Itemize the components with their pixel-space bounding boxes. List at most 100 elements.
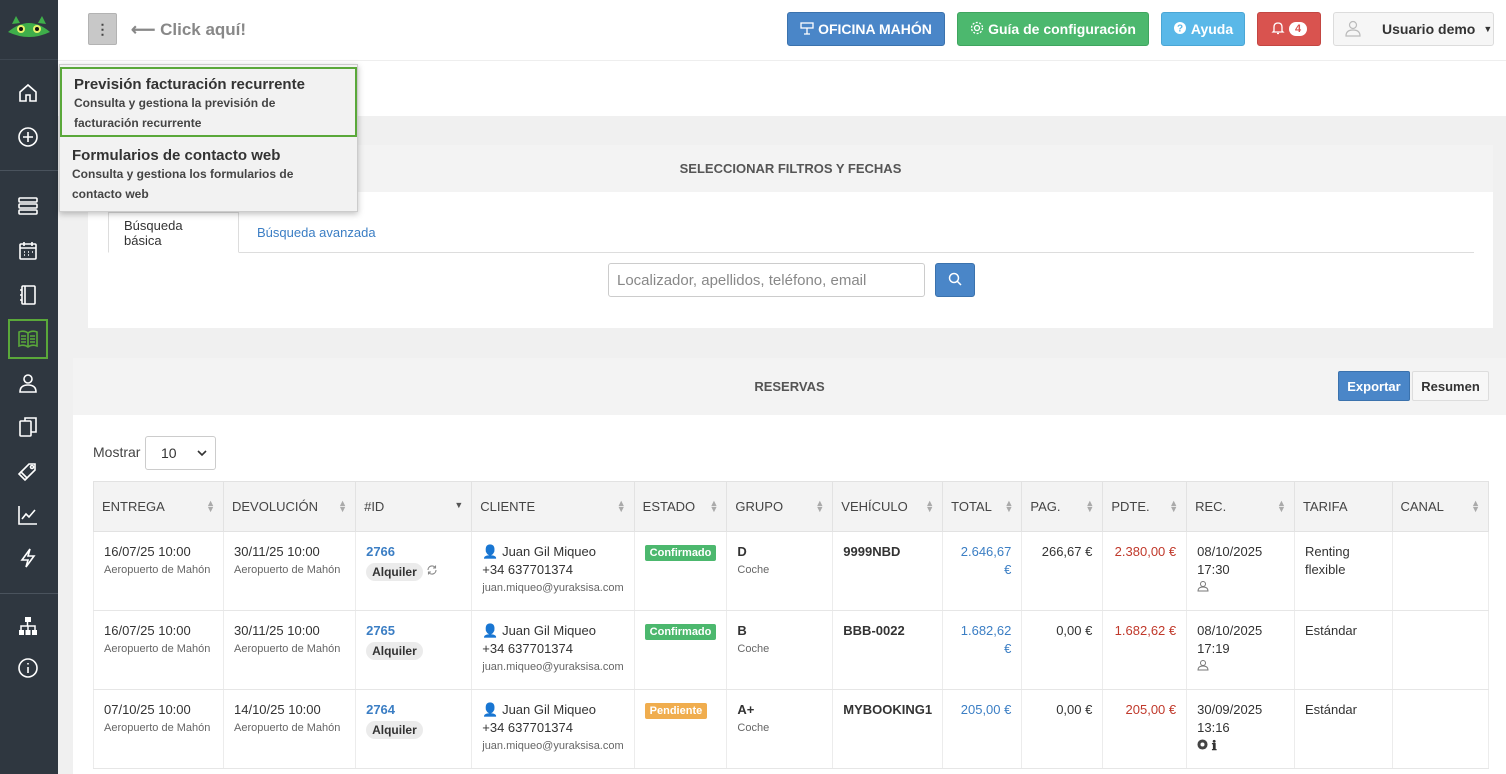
user-menu-button[interactable]: Usuario demo ▼ <box>1333 12 1494 46</box>
add-circle-icon[interactable] <box>8 117 48 157</box>
menu-item-recurring-billing[interactable]: Previsión facturación recurrente Consult… <box>60 67 357 137</box>
office-button[interactable]: OFICINA MAHÓN <box>787 12 945 46</box>
export-button[interactable]: Exportar <box>1338 371 1410 401</box>
menu-dropdown: Previsión facturación recurrente Consult… <box>59 64 358 212</box>
user-name: Usuario demo <box>1382 21 1476 37</box>
col-vehiculo[interactable]: VEHÍCULO ▲ ▼ <box>832 481 944 532</box>
office-sign-icon <box>800 21 814 38</box>
top-bar: ⋮ ⟵ Click aquí! OFICINA MAHÓN Guía de co… <box>58 0 1506 60</box>
tab-advanced-search[interactable]: Búsqueda avanzada <box>242 212 391 253</box>
col-cliente[interactable]: CLIENTE ▲ ▼ <box>471 481 635 532</box>
col-pagado[interactable]: PAG. ▲ ▼ <box>1021 481 1104 532</box>
col-entrega[interactable]: ENTREGA ▲ ▼ <box>93 481 224 532</box>
table-row[interactable]: 16/07/25 10:00 Aeropuerto de Mahón 30/11/… <box>93 610 1489 690</box>
client-email: juan.miqueo@yuraksisa.com <box>482 740 624 752</box>
client-name: Juan Gil Miqueo <box>502 544 597 559</box>
menu-item-description: Consulta y gestiona la previsión de fact… <box>74 96 276 130</box>
server-icon[interactable] <box>8 186 48 226</box>
col-total[interactable]: TOTAL ▲ ▼ <box>942 481 1023 532</box>
user-avatar-icon <box>1344 19 1362 40</box>
bell-icon <box>1271 21 1285 38</box>
reservations-heading: RESERVAS <box>754 379 825 394</box>
table-header-row: ENTREGA ▲ ▼ DEVOLUCIÓN ▲ ▼ #ID ▼ CLIENTE ▲ ▼ ES… <box>93 481 1489 532</box>
client-phone: +34 637701374 <box>482 562 573 577</box>
delivery-date: 16/07/25 10:00 <box>104 623 191 638</box>
notifications-button[interactable]: 4 <box>1257 12 1321 46</box>
menu-item-web-contact-forms[interactable]: Formularios de contacto web Consulta y g… <box>60 140 357 210</box>
home-icon[interactable] <box>8 73 48 113</box>
reservation-id-link[interactable]: 2764 <box>366 701 461 719</box>
col-pendiente[interactable]: PDTE. ▲ ▼ <box>1102 481 1188 532</box>
sitemap-icon[interactable] <box>8 606 48 646</box>
client-name: Juan Gil Miqueo <box>502 623 597 638</box>
app-logo[interactable] <box>0 0 58 60</box>
vehicle-group: D <box>737 544 747 559</box>
reservation-id-link[interactable]: 2766 <box>366 543 461 561</box>
page-size-label: Mostrar <box>93 444 141 460</box>
col-canal[interactable]: CANAL ▲ ▼ <box>1391 481 1489 532</box>
tab-basic-search[interactable]: Búsqueda básica <box>108 212 239 253</box>
col-id[interactable]: #ID ▼ <box>355 481 473 532</box>
vehicle-plate: BBB-0022 <box>843 623 905 638</box>
tag-icon[interactable] <box>8 451 48 491</box>
vehicle-group-type: Coche <box>737 722 770 734</box>
table-row[interactable]: 16/07/25 10:00 Aeropuerto de Mahón 30/11/… <box>93 531 1489 611</box>
pending-amount: 2.380,00 € <box>1114 544 1177 559</box>
documents-icon[interactable] <box>8 407 48 447</box>
menu-toggle-button[interactable]: ⋮ <box>88 13 117 45</box>
pending-amount: 1.682,62 € <box>1114 623 1177 638</box>
return-location: Aeropuerto de Mahón <box>234 564 341 576</box>
reservation-type-badge: Alquiler <box>366 642 423 660</box>
search-input[interactable] <box>608 263 925 297</box>
help-button[interactable]: ? Ayuda <box>1161 12 1245 46</box>
rate-name: Estándar <box>1304 702 1357 717</box>
chart-line-icon[interactable] <box>8 495 48 535</box>
caret-down-icon: ▼ <box>1483 24 1493 34</box>
total-amount: 1.682,62 € <box>960 623 1012 656</box>
reservation-id-link[interactable]: 2765 <box>366 622 461 640</box>
client-phone: +34 637701374 <box>482 720 573 735</box>
received-date: 30/09/2025 13:16 <box>1197 702 1263 735</box>
client-email: juan.miqueo@yuraksisa.com <box>482 582 624 594</box>
setup-guide-button[interactable]: Guía de configuración <box>957 12 1149 46</box>
col-estado[interactable]: ESTADO ▲ ▼ <box>633 481 728 532</box>
gear-icon <box>970 21 984 38</box>
total-amount: 2.646,67 € <box>960 544 1012 577</box>
rate-name: Renting flexible <box>1304 544 1350 577</box>
menu-item-description: Consulta y gestiona los formularios de c… <box>72 167 294 201</box>
delivery-date: 16/07/25 10:00 <box>104 544 191 559</box>
received-date: 08/10/2025 17:19 <box>1197 623 1263 656</box>
info-icon[interactable] <box>8 648 48 688</box>
delivery-location: Aeropuerto de Mahón <box>104 643 211 655</box>
reservation-type-badge: Alquiler <box>366 721 423 739</box>
search-button[interactable] <box>935 263 975 297</box>
page-size-select[interactable]: 10 <box>145 436 216 470</box>
recurring-icon <box>426 564 438 579</box>
status-badge: Confirmado <box>644 624 717 640</box>
col-rec[interactable]: REC. ▲ ▼ <box>1186 481 1295 532</box>
user-icon: 👤 <box>482 702 499 717</box>
reservations-header: RESERVAS Exportar Resumen <box>73 358 1506 415</box>
lightning-icon[interactable] <box>8 538 48 578</box>
sidebar <box>0 0 58 774</box>
col-devolucion[interactable]: DEVOLUCIÓN ▲ ▼ <box>222 481 357 532</box>
ledger-book-icon[interactable] <box>8 319 48 359</box>
reservations-panel: RESERVAS Exportar Resumen Mostrar 10 ENT… <box>73 358 1506 774</box>
customers-icon[interactable] <box>8 363 48 403</box>
return-date: 14/10/25 10:00 <box>234 702 321 717</box>
reservation-type-badge: Alquiler <box>366 563 423 581</box>
setup-guide-label: Guía de configuración <box>988 21 1136 37</box>
vehicle-group-type: Coche <box>737 564 770 576</box>
summary-button[interactable]: Resumen <box>1412 371 1489 401</box>
col-grupo[interactable]: GRUPO ▲ ▼ <box>726 481 834 532</box>
help-label: Ayuda <box>1190 21 1234 37</box>
vehicle-group: B <box>737 623 747 638</box>
return-date: 30/11/25 10:00 <box>234 544 320 559</box>
table-row[interactable]: 07/10/25 10:00 Aeropuerto de Mahón 14/10/… <box>93 689 1489 769</box>
chrome-icon <box>1197 738 1208 753</box>
return-date: 30/11/25 10:00 <box>234 623 320 638</box>
reservations-table: ENTREGA ▲ ▼ DEVOLUCIÓN ▲ ▼ #ID ▼ CLIENTE ▲ ▼ ES… <box>93 481 1489 769</box>
notebook-icon[interactable] <box>8 275 48 315</box>
calendar-icon[interactable] <box>8 231 48 271</box>
search-tabs: Búsqueda básica Búsqueda avanzada <box>108 212 1474 253</box>
